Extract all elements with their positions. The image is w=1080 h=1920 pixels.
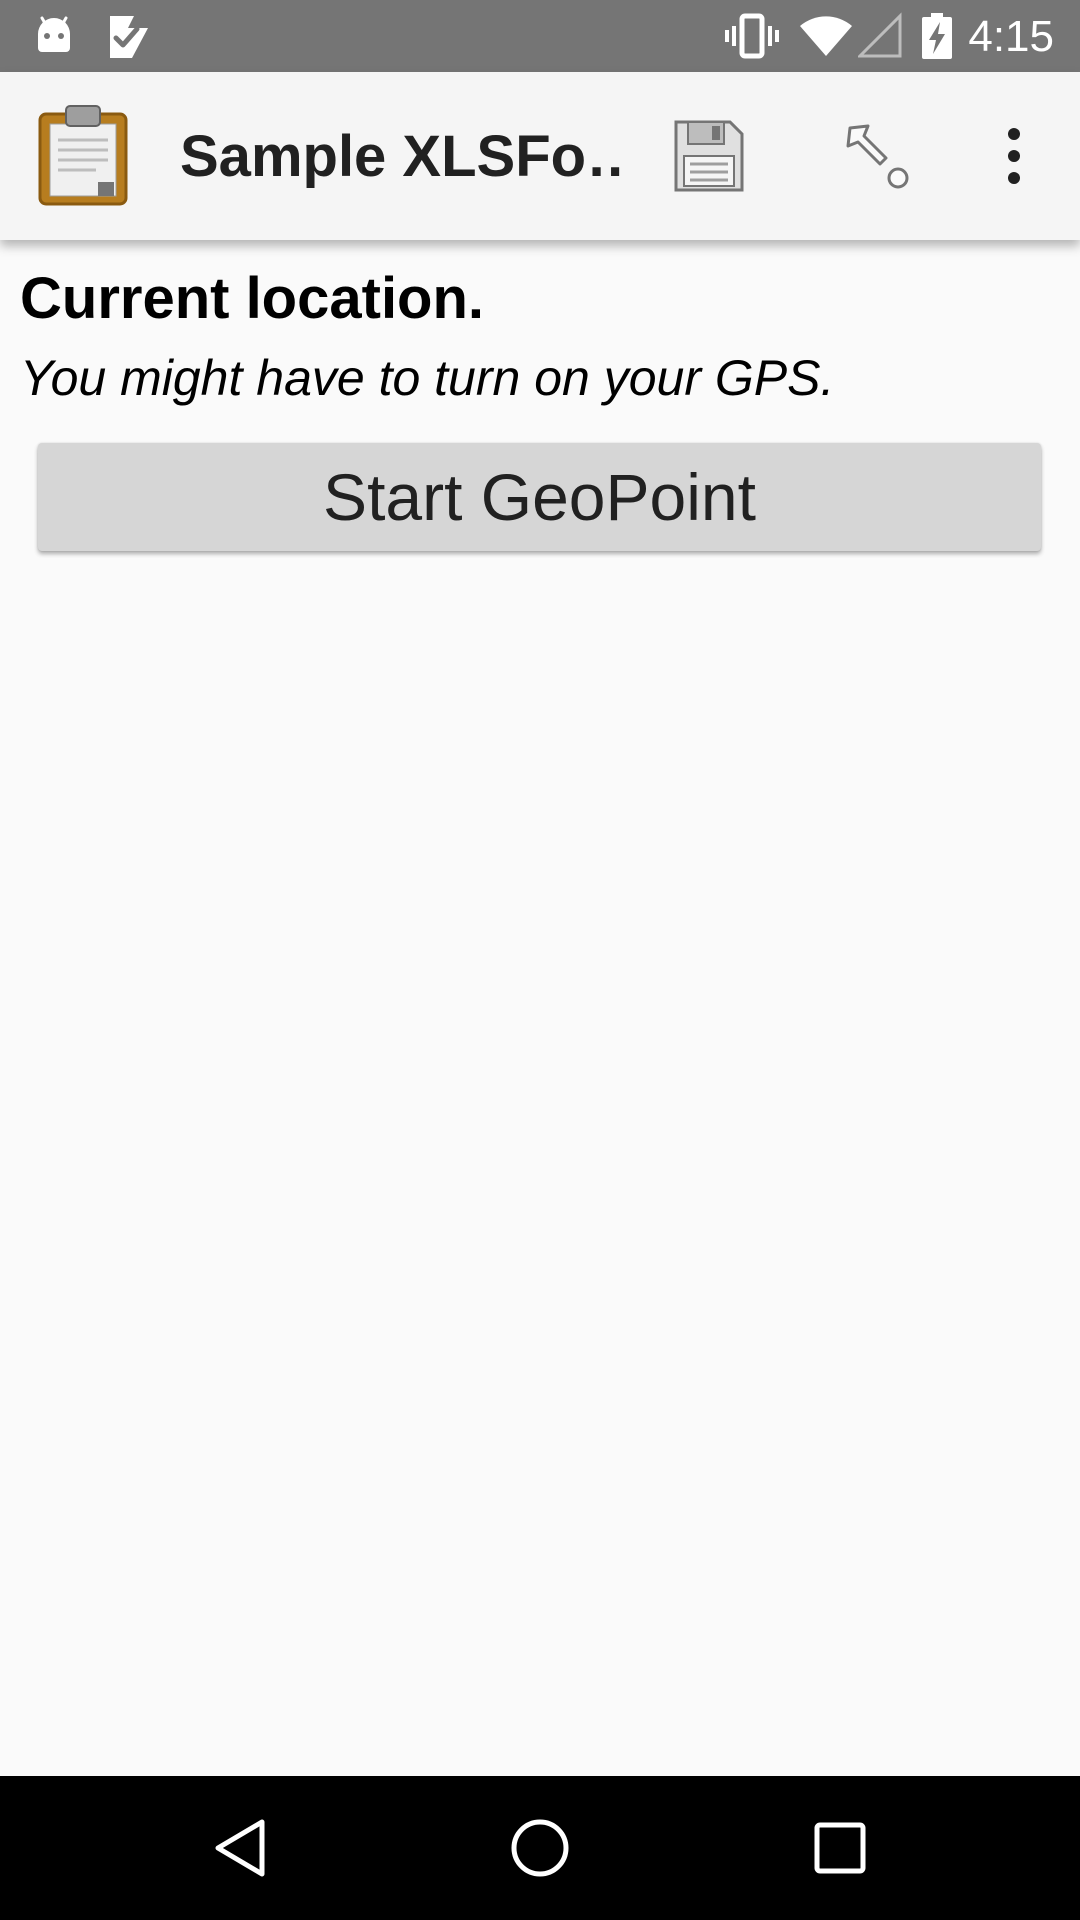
navigation-bar	[0, 1776, 1080, 1920]
back-button[interactable]	[190, 1798, 290, 1898]
app-bar: Sample XLSFo…	[0, 72, 1080, 240]
save-button[interactable]	[660, 108, 756, 204]
save-icon	[674, 120, 744, 192]
task-check-icon	[110, 16, 148, 58]
back-icon	[215, 1819, 265, 1877]
start-geopoint-button[interactable]: Start GeoPoint	[38, 443, 1041, 551]
go-to-prompt-icon	[846, 124, 909, 189]
overflow-menu-button[interactable]	[966, 108, 1062, 204]
wifi-icon	[800, 16, 852, 56]
recents-icon	[814, 1822, 866, 1874]
status-bar: 4:15	[0, 0, 1080, 72]
home-icon	[511, 1819, 569, 1877]
question-hint: You might have to turn on your GPS.	[20, 350, 835, 406]
battery-charging-icon	[922, 13, 952, 59]
form-content: Current location. You might have to turn…	[0, 240, 1080, 1776]
app-title: Sample XLSFo…	[180, 124, 620, 189]
home-button[interactable]	[490, 1798, 590, 1898]
cell-signal-icon	[858, 12, 902, 58]
vibrate-icon	[725, 13, 779, 59]
clipboard-app-icon	[38, 105, 128, 206]
go-to-prompt-button[interactable]	[830, 108, 926, 204]
status-clock: 4:15	[968, 12, 1054, 61]
question-label: Current location.	[20, 266, 485, 331]
recents-button[interactable]	[790, 1798, 890, 1898]
screen: 4:15 Sample XLSFo… Current location. You…	[0, 0, 1080, 1920]
overflow-menu-icon	[1008, 128, 1020, 184]
android-notification-icon	[38, 16, 70, 52]
